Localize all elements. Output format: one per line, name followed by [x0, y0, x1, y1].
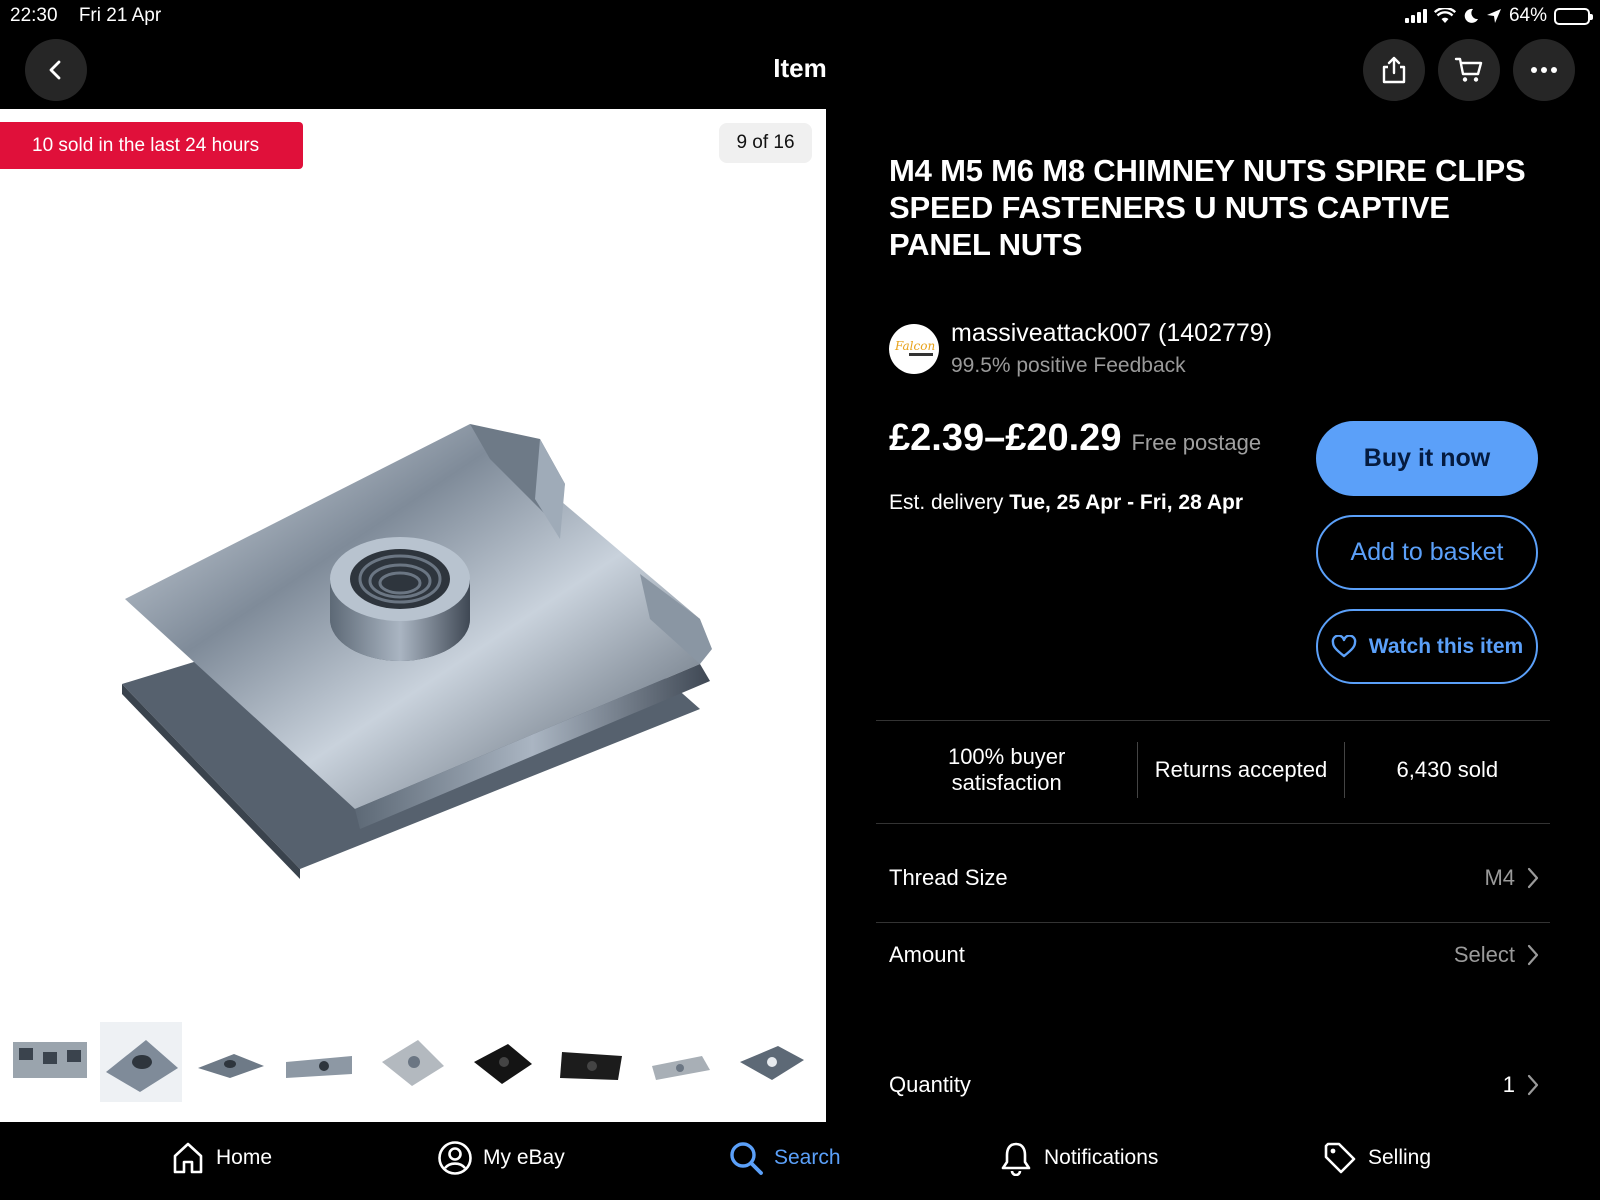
sold-badge: 10 sold in the last 24 hours [0, 122, 303, 169]
quantity-value: 1 [1502, 1072, 1515, 1097]
tab-bar: Home My eBay Search Notifications Sellin… [0, 1122, 1600, 1200]
chevron-right-icon [1527, 867, 1539, 889]
thumbnail[interactable] [642, 1022, 724, 1102]
item-price: £2.39–£20.29 [889, 417, 1122, 459]
tab-my-ebay-label: My eBay [483, 1146, 565, 1169]
user-circle-icon [438, 1141, 472, 1175]
page-title: Item [773, 53, 827, 83]
seller-name[interactable]: massiveattack007 (1402779) [951, 319, 1272, 348]
status-date: Fri 21 Apr [78, 5, 162, 26]
battery-percent: 64% [1508, 5, 1547, 26]
tab-search[interactable]: Search [728, 1140, 841, 1176]
seller-logo-text: Falcon [894, 339, 935, 353]
status-left: 22:30 Fri 21 Apr [10, 5, 177, 27]
watch-item-button[interactable]: Watch this item [1316, 609, 1538, 684]
tag-icon [1324, 1142, 1356, 1174]
chevron-right-icon [1527, 1074, 1539, 1096]
thread-size-value: M4 [1484, 865, 1515, 890]
thread-size-label: Thread Size [889, 865, 1008, 890]
image-gallery[interactable]: 10 sold in the last 24 hours 9 of 16 [0, 109, 826, 1122]
postage-info: Free postage [1131, 430, 1262, 455]
thumbnail[interactable] [282, 1022, 364, 1102]
seller-avatar: Falcon [889, 323, 939, 374]
tab-notifications-label: Notifications [1044, 1146, 1159, 1169]
thumbnail[interactable] [9, 1022, 91, 1102]
quantity-value-group: 1 [1503, 1072, 1539, 1098]
delivery-label: Est. delivery [889, 491, 1004, 514]
amount-label: Amount [889, 942, 965, 967]
tab-search-label: Search [774, 1146, 841, 1169]
product-image[interactable] [0, 289, 826, 929]
cart-icon [1454, 57, 1483, 82]
thumbnail[interactable] [462, 1022, 544, 1102]
price-row: £2.39–£20.29 Free postage [889, 417, 1261, 460]
battery-icon [1554, 7, 1593, 25]
status-time: 22:30 [10, 5, 58, 26]
quantity-label: Quantity [889, 1072, 971, 1097]
amount-value-group: Select [1454, 942, 1539, 968]
wifi-icon [1433, 8, 1456, 23]
cart-button[interactable] [1438, 39, 1500, 101]
chevron-right-icon [1527, 944, 1539, 966]
amount-value: Select [1453, 942, 1515, 967]
thread-size-value-group: M4 [1484, 865, 1539, 891]
tab-selling[interactable]: Selling [1322, 1140, 1431, 1176]
tab-selling-label: Selling [1368, 1146, 1432, 1169]
status-right: 64% [1404, 5, 1593, 27]
seller-info[interactable]: Falcon massiveattack007 (1402779) 99.5% … [889, 319, 1272, 378]
seller-logo: Falcon [894, 339, 935, 356]
watch-item-label: Watch this item [1368, 634, 1524, 658]
share-button[interactable] [1363, 39, 1425, 101]
amount-option[interactable]: Amount Select [889, 942, 1539, 968]
moon-icon [1464, 8, 1478, 23]
divider [876, 823, 1550, 824]
sold-count: 6,430 sold [1396, 757, 1499, 782]
thumbnail[interactable] [732, 1022, 814, 1102]
tab-my-ebay[interactable]: My eBay [437, 1140, 565, 1176]
add-to-basket-button[interactable]: Add to basket [1316, 515, 1538, 590]
thumbnail[interactable] [372, 1022, 454, 1102]
item-details: M4 M5 M6 M8 CHIMNEY NUTS SPIRE CLIPS SPE… [826, 109, 1600, 1122]
location-arrow-icon [1486, 9, 1501, 23]
thumbnail[interactable] [552, 1022, 634, 1102]
thumbnail[interactable] [100, 1022, 182, 1102]
quantity-option[interactable]: Quantity 1 [889, 1072, 1539, 1098]
search-icon [730, 1142, 763, 1175]
returns-accepted: Returns accepted [1154, 757, 1328, 782]
share-icon [1382, 56, 1406, 84]
more-options-button[interactable] [1513, 39, 1575, 101]
heart-icon [1331, 634, 1357, 657]
more-dots-icon [1531, 67, 1557, 73]
home-icon [173, 1142, 203, 1174]
cellular-signal-icon [1404, 9, 1427, 23]
nav-bar: Item [0, 36, 1600, 108]
tab-home[interactable]: Home [170, 1140, 272, 1176]
thumbnail[interactable] [190, 1022, 272, 1102]
buy-it-now-button[interactable]: Buy it now [1316, 421, 1538, 496]
buyer-satisfaction: 100% buyer satisfaction [947, 744, 1066, 795]
item-title: M4 M5 M6 M8 CHIMNEY NUTS SPIRE CLIPS SPE… [889, 153, 1526, 262]
thumbnail-strip [0, 1022, 826, 1112]
tab-home-label: Home [216, 1146, 273, 1169]
item-stats: 100% buyer satisfaction Returns accepted… [876, 720, 1550, 820]
tab-notifications[interactable]: Notifications [998, 1140, 1158, 1176]
status-bar: 22:30 Fri 21 Apr 64% [0, 0, 1600, 32]
seller-feedback: 99.5% positive Feedback [951, 354, 1186, 377]
image-counter: 9 of 16 [719, 123, 812, 163]
bell-icon [1001, 1142, 1031, 1176]
thread-size-option[interactable]: Thread Size M4 [889, 865, 1539, 891]
divider [876, 922, 1550, 923]
delivery-dates: Tue, 25 Apr - Fri, 28 Apr [1009, 491, 1243, 514]
delivery-estimate: Est. delivery Tue, 25 Apr - Fri, 28 Apr [889, 491, 1243, 515]
